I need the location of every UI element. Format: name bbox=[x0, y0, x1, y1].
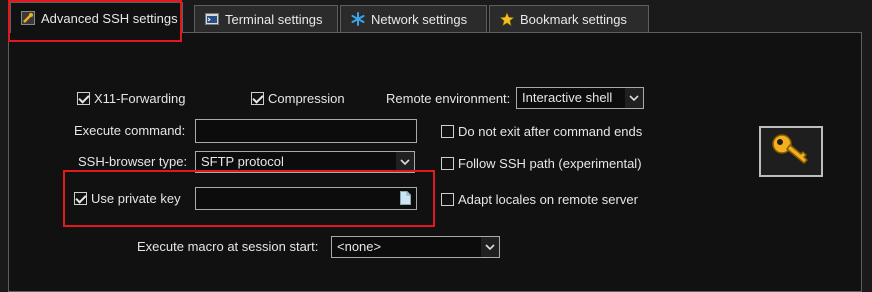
tab-network-settings[interactable]: Network settings bbox=[340, 5, 487, 32]
compression-checkbox[interactable] bbox=[251, 92, 264, 105]
execute-macro-select[interactable]: <none> bbox=[331, 236, 500, 258]
chevron-down-icon bbox=[481, 237, 499, 257]
ssh-browser-type-value: SFTP protocol bbox=[201, 154, 284, 169]
key-button[interactable] bbox=[759, 126, 823, 177]
tab-terminal-settings[interactable]: Terminal settings bbox=[194, 5, 338, 32]
key-icon bbox=[771, 133, 811, 170]
execute-macro-value: <none> bbox=[337, 239, 382, 254]
execute-macro-label: Execute macro at session start: bbox=[137, 239, 319, 254]
follow-ssh-path-checkbox[interactable] bbox=[441, 157, 454, 170]
follow-ssh-path-label: Follow SSH path (experimental) bbox=[458, 156, 642, 171]
remote-environment-label: Remote environment: bbox=[386, 91, 511, 106]
x11-forwarding-checkbox[interactable] bbox=[77, 92, 90, 105]
tab-label: Bookmark settings bbox=[520, 11, 627, 27]
remote-environment-select[interactable]: Interactive shell bbox=[516, 87, 644, 109]
tab-label: Terminal settings bbox=[225, 11, 323, 27]
compression-label: Compression bbox=[268, 91, 345, 106]
adapt-locales-checkbox[interactable] bbox=[441, 193, 454, 206]
no-exit-checkbox[interactable] bbox=[441, 125, 454, 138]
remote-environment-value: Interactive shell bbox=[522, 90, 613, 105]
private-key-highlight bbox=[63, 170, 435, 227]
no-exit-label: Do not exit after command ends bbox=[458, 124, 643, 139]
tab-label: Network settings bbox=[371, 11, 468, 27]
ssh-browser-type-label: SSH-browser type: bbox=[78, 154, 188, 169]
tab-highlight bbox=[8, 0, 182, 42]
terminal-icon bbox=[205, 12, 219, 26]
x11-forwarding-label: X11-Forwarding bbox=[94, 91, 186, 106]
execute-command-input[interactable] bbox=[195, 119, 417, 143]
chevron-down-icon bbox=[625, 88, 643, 108]
execute-command-label: Execute command: bbox=[74, 123, 186, 138]
star-icon bbox=[500, 11, 514, 26]
adapt-locales-label: Adapt locales on remote server bbox=[458, 192, 638, 207]
network-icon bbox=[351, 12, 365, 26]
chevron-down-icon bbox=[396, 152, 414, 172]
tab-bookmark-settings[interactable]: Bookmark settings bbox=[489, 5, 649, 32]
